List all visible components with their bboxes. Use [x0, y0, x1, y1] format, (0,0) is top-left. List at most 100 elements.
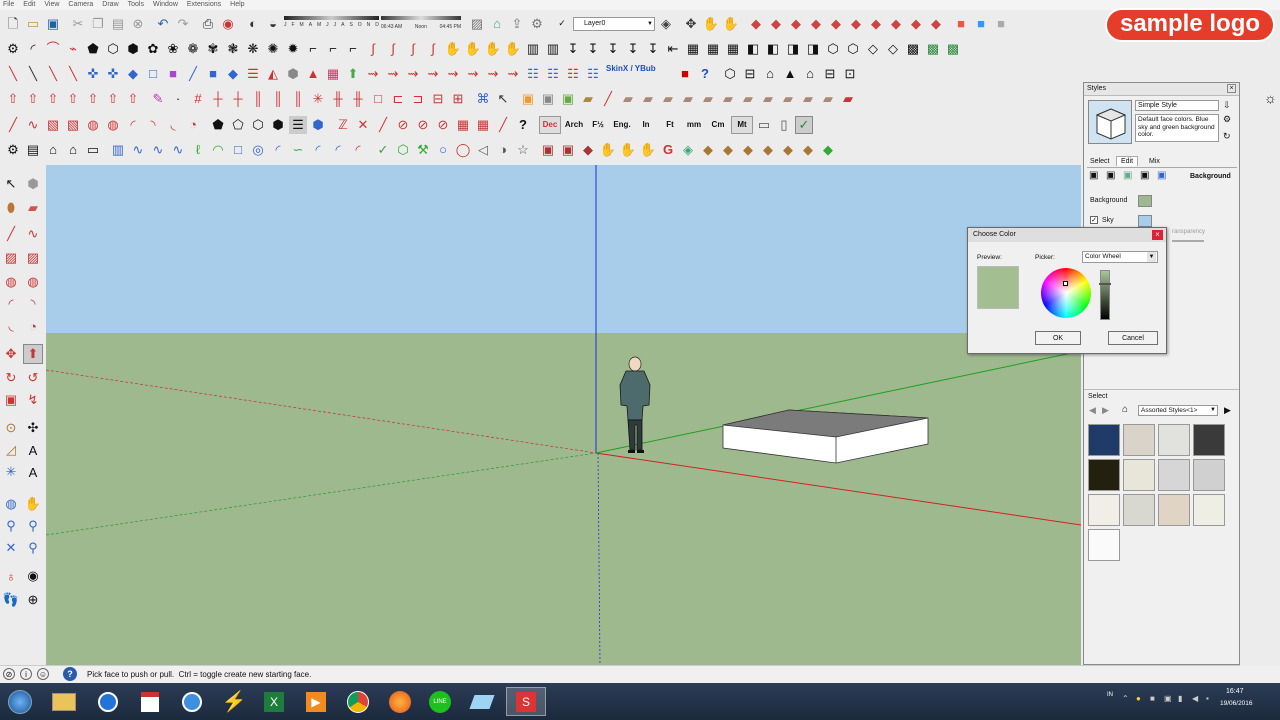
- red-arrow-icon-7[interactable]: ⇧: [124, 90, 142, 108]
- taskbar-app-3[interactable]: [172, 687, 212, 716]
- picker-select[interactable]: Color Wheel ▼: [1082, 251, 1158, 263]
- tool-icon-15[interactable]: ▦: [724, 40, 742, 58]
- background-settings-icon[interactable]: ▣: [1123, 170, 1132, 181]
- select-arrow-icon[interactable]: ↖: [1, 174, 21, 194]
- network-icon[interactable]: ▮: [1178, 694, 1182, 703]
- move-icon-2[interactable]: ⇝: [384, 65, 402, 83]
- zoom-previous-icon[interactable]: ⚲: [23, 538, 43, 558]
- section-icon-1[interactable]: ◆: [747, 15, 765, 33]
- help-icon[interactable]: ?: [696, 65, 714, 83]
- tray-icon-5[interactable]: ▪: [1206, 694, 1209, 703]
- back-arrow-icon[interactable]: ◀: [1089, 405, 1096, 416]
- push-pull-icon-4[interactable]: ⬢: [269, 116, 287, 134]
- bracket-icon-3[interactable]: ⌐: [344, 40, 362, 58]
- stack-icon-2[interactable]: ☷: [544, 65, 562, 83]
- push-pull-icon-6[interactable]: ⬢: [309, 116, 327, 134]
- tool-icon-3[interactable]: ✋: [484, 40, 502, 58]
- circle-red-icon[interactable]: ◍: [84, 116, 102, 134]
- tray-icon-1[interactable]: ⌃: [1122, 694, 1129, 703]
- section-icon-3[interactable]: ◆: [787, 15, 805, 33]
- menu-edit[interactable]: Edit: [23, 0, 35, 10]
- taskbar-sketchup[interactable]: S: [506, 687, 546, 716]
- new-icon[interactable]: 🗋: [4, 15, 22, 33]
- shape-icon-5[interactable]: ❃: [224, 40, 242, 58]
- tool-icon-19[interactable]: ◨: [804, 40, 822, 58]
- prism-icon[interactable]: ◭: [264, 65, 282, 83]
- render-icon-4[interactable]: ✋: [599, 141, 617, 159]
- unit-arch[interactable]: Arch: [563, 116, 585, 134]
- push-pull-icon-2[interactable]: ⬠: [229, 116, 247, 134]
- tab-select[interactable]: Select: [1090, 158, 1109, 165]
- curve-icon[interactable]: ⌒: [44, 40, 62, 58]
- cursor-icon[interactable]: ↖: [494, 90, 512, 108]
- shape-icon-7[interactable]: ✺: [264, 40, 282, 58]
- language-indicator[interactable]: IN: [1107, 692, 1113, 698]
- bezier-icon-3[interactable]: ∫: [404, 40, 422, 58]
- scale-icon[interactable]: ▣: [1, 390, 21, 410]
- diamond-icon[interactable]: ◆: [124, 65, 142, 83]
- render-icon-14[interactable]: ◆: [819, 141, 837, 159]
- settings-icon[interactable]: ⚙: [4, 141, 22, 159]
- sphere-icon[interactable]: ◑: [494, 141, 512, 159]
- axes-icon[interactable]: ✳: [1, 462, 21, 482]
- value-slider[interactable]: [1100, 270, 1110, 320]
- redo-icon[interactable]: ↷: [174, 15, 192, 33]
- brown-icon-4[interactable]: ▰: [679, 90, 697, 108]
- tool-icon-10[interactable]: ↧: [624, 40, 642, 58]
- tool-icon-25[interactable]: ▩: [924, 40, 942, 58]
- stack-icon-4[interactable]: ☷: [584, 65, 602, 83]
- push-pull-icon[interactable]: ⬆: [23, 344, 43, 364]
- tool-icon-26[interactable]: ▩: [944, 40, 962, 58]
- box-green-icon[interactable]: ▣: [559, 90, 577, 108]
- line-tool-icon-2[interactable]: ╲: [24, 65, 42, 83]
- frame-icon-1[interactable]: □: [369, 90, 387, 108]
- circle-red-icon-2[interactable]: ◍: [104, 116, 122, 134]
- warehouse-icon[interactable]: ⌂: [488, 15, 506, 33]
- update-style-icon[interactable]: ⇩: [1223, 100, 1231, 111]
- taskbar-line[interactable]: LINE: [420, 687, 460, 716]
- tab-edit[interactable]: Edit: [1116, 156, 1139, 166]
- arc-red-icon[interactable]: ◜: [124, 116, 142, 134]
- forward-arrow-icon[interactable]: ▶: [1102, 405, 1109, 416]
- tool-icon-6[interactable]: ▥: [544, 40, 562, 58]
- geo-icon[interactable]: ⊘: [3, 668, 15, 680]
- style-thumbnail[interactable]: [1088, 529, 1120, 561]
- cube-red-icon[interactable]: ■: [952, 15, 970, 33]
- model-viewport[interactable]: [46, 165, 1081, 665]
- copy-icon[interactable]: ❐: [89, 15, 107, 33]
- cancel-button[interactable]: Cancel: [1108, 331, 1158, 345]
- bracket-icon-1[interactable]: ⌐: [304, 40, 322, 58]
- shape-icon-8[interactable]: ✹: [284, 40, 302, 58]
- solid-tools-icon-4[interactable]: ◆: [867, 15, 885, 33]
- solid-tools-icon-3[interactable]: ◆: [847, 15, 865, 33]
- brown-icon-8[interactable]: ▰: [759, 90, 777, 108]
- tool-icon-22[interactable]: ◇: [864, 40, 882, 58]
- menu-tools[interactable]: Tools: [128, 0, 144, 10]
- red-arrow-icon-6[interactable]: ⇧: [104, 90, 122, 108]
- volume-icon[interactable]: ◀: [1192, 694, 1198, 703]
- sky-swatch[interactable]: [1138, 215, 1152, 227]
- tool-icon-24[interactable]: ▩: [904, 40, 922, 58]
- arc-red-icon-2[interactable]: ◝: [144, 116, 162, 134]
- unit-mm[interactable]: mm: [683, 116, 705, 134]
- pie-red-icon[interactable]: ◔: [184, 116, 202, 134]
- face-settings-icon[interactable]: ▣: [1106, 170, 1115, 181]
- tool-icon-23[interactable]: ◇: [884, 40, 902, 58]
- hex-icon[interactable]: ⬢: [284, 65, 302, 83]
- red-arrow-icon-5[interactable]: ⇧: [84, 90, 102, 108]
- text-icon[interactable]: A: [23, 440, 43, 460]
- taskbar-app-1[interactable]: [88, 687, 128, 716]
- render-icon-3[interactable]: ◆: [579, 141, 597, 159]
- render-icon-1[interactable]: ▣: [539, 141, 557, 159]
- grid-red-icon-2[interactable]: ▦: [474, 116, 492, 134]
- tool-icon-14[interactable]: ▦: [704, 40, 722, 58]
- move-icon-8[interactable]: ⇝: [504, 65, 522, 83]
- freehand-icon-left[interactable]: ∿: [23, 224, 43, 244]
- style-thumbnail[interactable]: [1158, 494, 1190, 526]
- window-icon[interactable]: ▭: [84, 141, 102, 159]
- sun-icon[interactable]: ☼: [1264, 90, 1277, 106]
- gradient-icon[interactable]: ▦: [324, 65, 342, 83]
- triangle-gray-icon[interactable]: ◁: [474, 141, 492, 159]
- red-arrow-icon-3[interactable]: ⇧: [44, 90, 62, 108]
- tool-icon-1[interactable]: ✋: [444, 40, 462, 58]
